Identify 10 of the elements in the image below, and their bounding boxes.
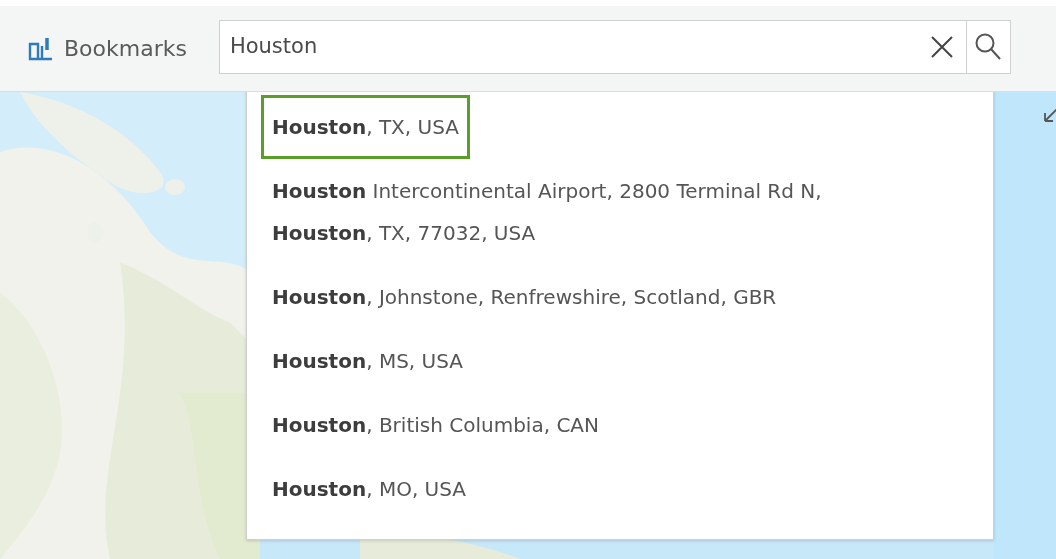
book-icon	[28, 35, 54, 62]
suggestion-item[interactable]: Houston, British Columbia, CAN	[261, 393, 610, 457]
search-button[interactable]	[966, 19, 1011, 74]
search-icon	[974, 31, 1003, 62]
suggestion-item[interactable]: Houston, MS, USA	[261, 329, 474, 393]
suggestion-item[interactable]: Houston, Johnstone, Renfrewshire, Scotland, GBR	[261, 265, 788, 329]
suggestion-item[interactable]: Houston Intercontinental Airport, 2800 Terminal Rd N, Houston, TX, 77032, USA	[261, 159, 901, 265]
suggestion-item[interactable]: Houston, TX, USA	[261, 95, 470, 159]
suggestion-item[interactable]: Houston, MO, USA	[261, 457, 477, 521]
bookmarks-button[interactable]: Bookmarks	[24, 28, 191, 69]
